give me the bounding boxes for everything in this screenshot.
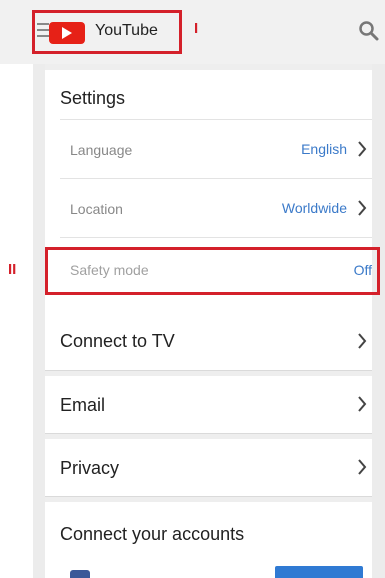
email-label: Email: [60, 395, 106, 415]
chevron-right-icon: [358, 333, 367, 349]
menu-item-connect-tv[interactable]: Connect to TV: [45, 313, 372, 371]
settings-row-language[interactable]: Language English: [45, 120, 372, 178]
chevron-right-icon: [358, 396, 367, 412]
connect-button[interactable]: [275, 566, 363, 578]
annotation-label-1: I: [194, 20, 199, 37]
menu-item-email[interactable]: Email: [45, 376, 372, 434]
annotation-label-2: II: [8, 261, 17, 278]
location-value: Worldwide: [281, 200, 347, 216]
right-gutter: [372, 64, 385, 578]
annotation-box-1: [32, 10, 182, 54]
search-icon[interactable]: [358, 20, 380, 42]
chevron-right-icon: [358, 141, 367, 157]
chevron-right-icon: [358, 200, 367, 216]
left-gutter: [33, 64, 45, 578]
location-label: Location: [70, 201, 123, 217]
connect-tv-label: Connect to TV: [60, 331, 175, 351]
privacy-label: Privacy: [60, 458, 120, 478]
language-value: English: [301, 141, 347, 157]
settings-row-location[interactable]: Location Worldwide: [45, 179, 372, 237]
chevron-right-icon: [358, 459, 367, 475]
annotation-box-2: [45, 247, 380, 295]
divider: [60, 237, 372, 238]
settings-title: Settings: [60, 88, 126, 108]
connect-accounts-label: Connect your accounts: [60, 524, 245, 544]
facebook-icon: [70, 570, 90, 578]
menu-item-privacy[interactable]: Privacy: [45, 439, 372, 497]
language-label: Language: [70, 142, 133, 158]
